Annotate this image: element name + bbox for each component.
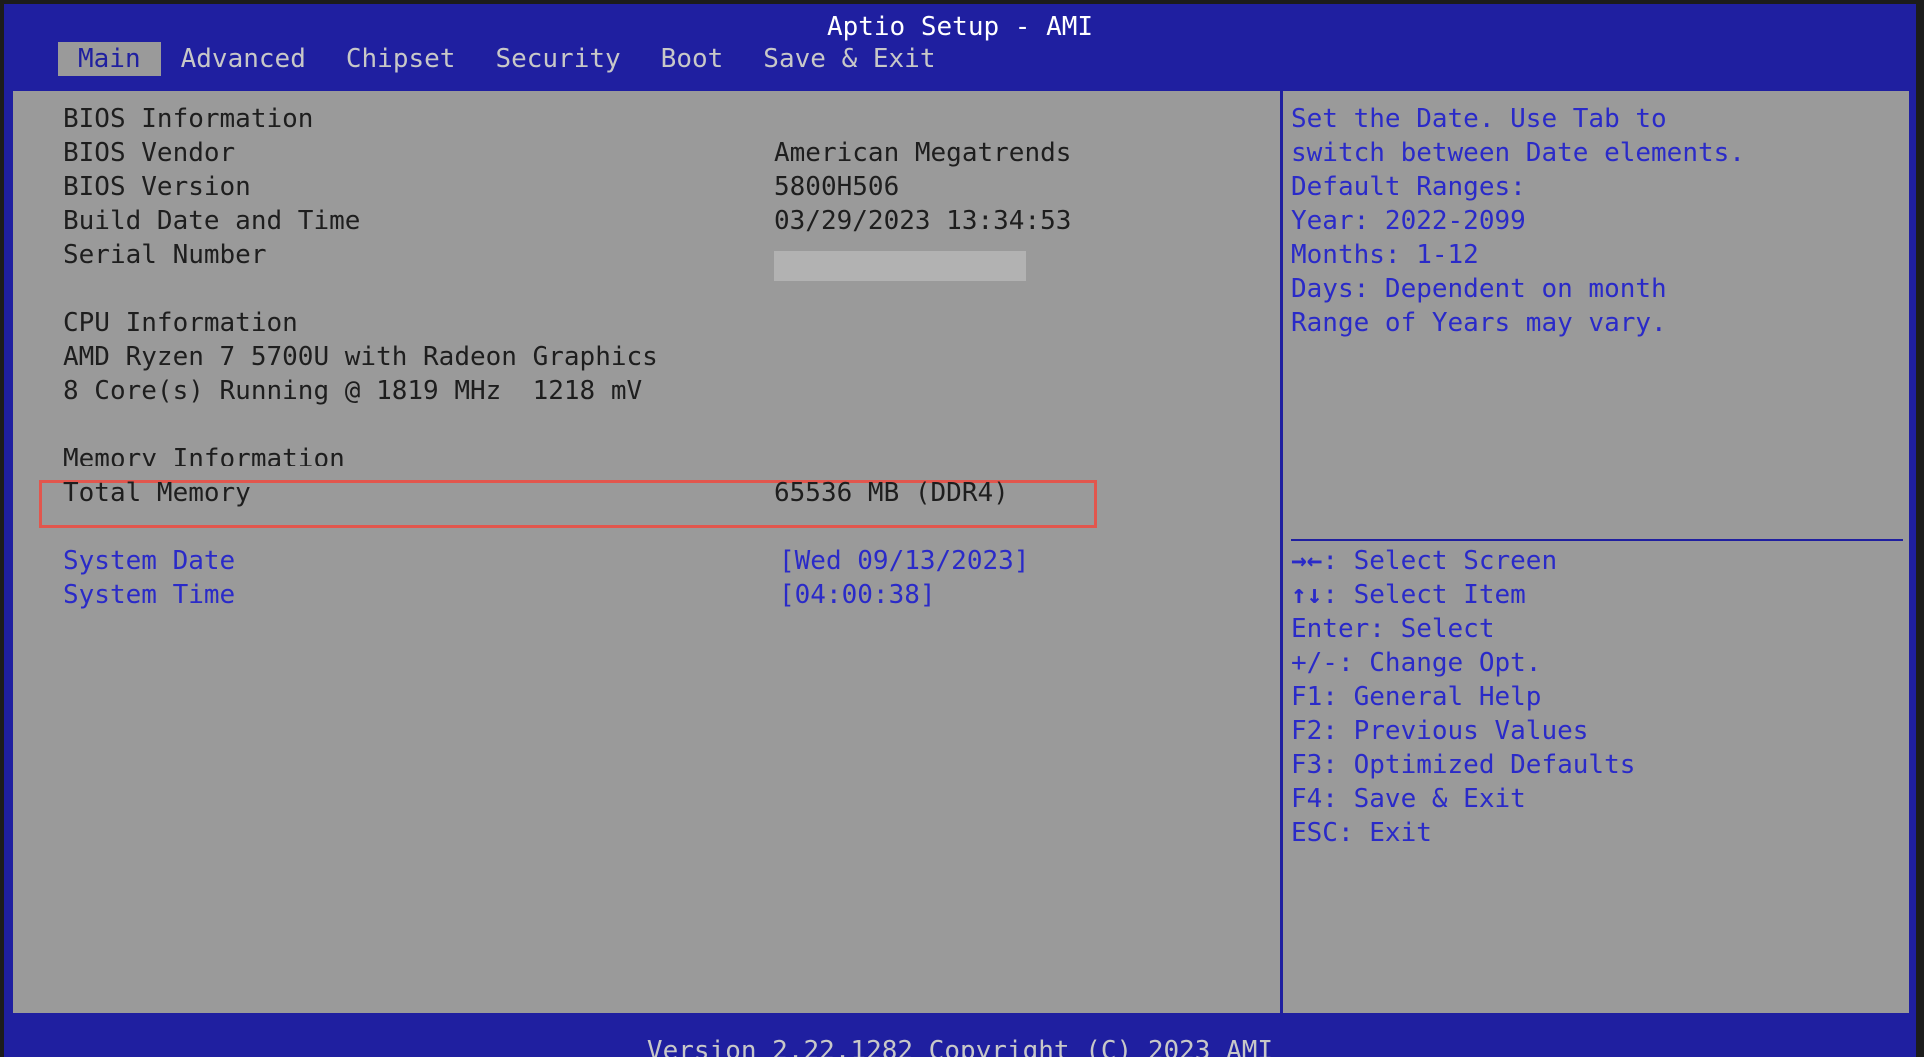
cpu-cores: 8 Core(s) Running @ 1819 MHz 1218 mV [63, 376, 643, 406]
system-time-value[interactable]: [04:00:38] [779, 578, 936, 612]
tab-advanced[interactable]: Advanced [161, 42, 326, 76]
bios-screen: Aptio Setup - AMI Main Advanced Chipset … [4, 4, 1916, 1057]
window-title: Aptio Setup - AMI [826, 12, 1094, 42]
build-date-label: Build Date and Time [63, 206, 361, 236]
tab-main[interactable]: Main [58, 42, 161, 76]
bios-version-label: BIOS Version [63, 172, 251, 202]
up-down-arrow-icon: ↑↓ [1291, 580, 1323, 610]
tab-bar: Main Advanced Chipset Security Boot Save… [58, 42, 955, 76]
help-separator [1291, 539, 1903, 541]
help-line: Default Ranges: [1291, 172, 1526, 202]
system-date-label[interactable]: System Date [63, 544, 235, 578]
key-hint-enter: Enter: Select [1291, 614, 1495, 644]
bios-vendor-value: American Megatrends [774, 138, 1072, 168]
bios-section-heading: BIOS Information [63, 104, 314, 134]
bios-vendor-label: BIOS Vendor [63, 138, 236, 168]
key-hint-f2: F2: Previous Values [1291, 716, 1589, 746]
cpu-name: AMD Ryzen 7 5700U with Radeon Graphics [63, 342, 658, 372]
help-line: Months: 1-12 [1291, 240, 1479, 270]
footer-version: Version 2.22.1282 Copyright (C) 2023 AMI [646, 1036, 1274, 1057]
key-hint-f3: F3: Optimized Defaults [1291, 750, 1636, 780]
tab-boot[interactable]: Boot [641, 42, 744, 76]
help-line: Days: Dependent on month [1291, 274, 1667, 304]
serial-number-redacted [774, 251, 1026, 281]
cpu-section-heading: CPU Information [63, 308, 298, 338]
system-time-label[interactable]: System Time [63, 578, 235, 612]
key-hint-select-screen: →←: Select Screen [1291, 546, 1558, 576]
tab-save-exit[interactable]: Save & Exit [743, 42, 955, 76]
key-hint-f1: F1: General Help [1291, 682, 1542, 712]
tab-chipset[interactable]: Chipset [326, 42, 476, 76]
tab-security[interactable]: Security [475, 42, 640, 76]
panel-divider [1280, 91, 1283, 1013]
key-hint-f4: F4: Save & Exit [1291, 784, 1526, 814]
build-date-value: 03/29/2023 13:34:53 [774, 206, 1072, 236]
help-line: Year: 2022-2099 [1291, 206, 1526, 236]
help-line: Set the Date. Use Tab to [1291, 104, 1667, 134]
bios-version-value: 5800H506 [774, 172, 900, 202]
total-memory-value: 65536 MB (DDR4) [774, 478, 1009, 508]
key-hint-change: +/-: Change Opt. [1291, 648, 1542, 678]
key-hint-esc: ESC: Exit [1291, 818, 1432, 848]
key-hint-select-item: ↑↓: Select Item [1291, 580, 1526, 610]
memory-section-heading: Memory Information [63, 444, 345, 466]
help-line: switch between Date elements. [1291, 138, 1745, 168]
serial-number-label: Serial Number [63, 240, 267, 270]
help-line: Range of Years may vary. [1291, 308, 1667, 338]
left-right-arrow-icon: →← [1291, 546, 1323, 576]
system-date-value[interactable]: [Wed 09/13/2023] [779, 544, 1029, 578]
main-panel: BIOS Information BIOS Vendor American Me… [10, 88, 1912, 1016]
total-memory-label: Total Memory [63, 478, 251, 508]
